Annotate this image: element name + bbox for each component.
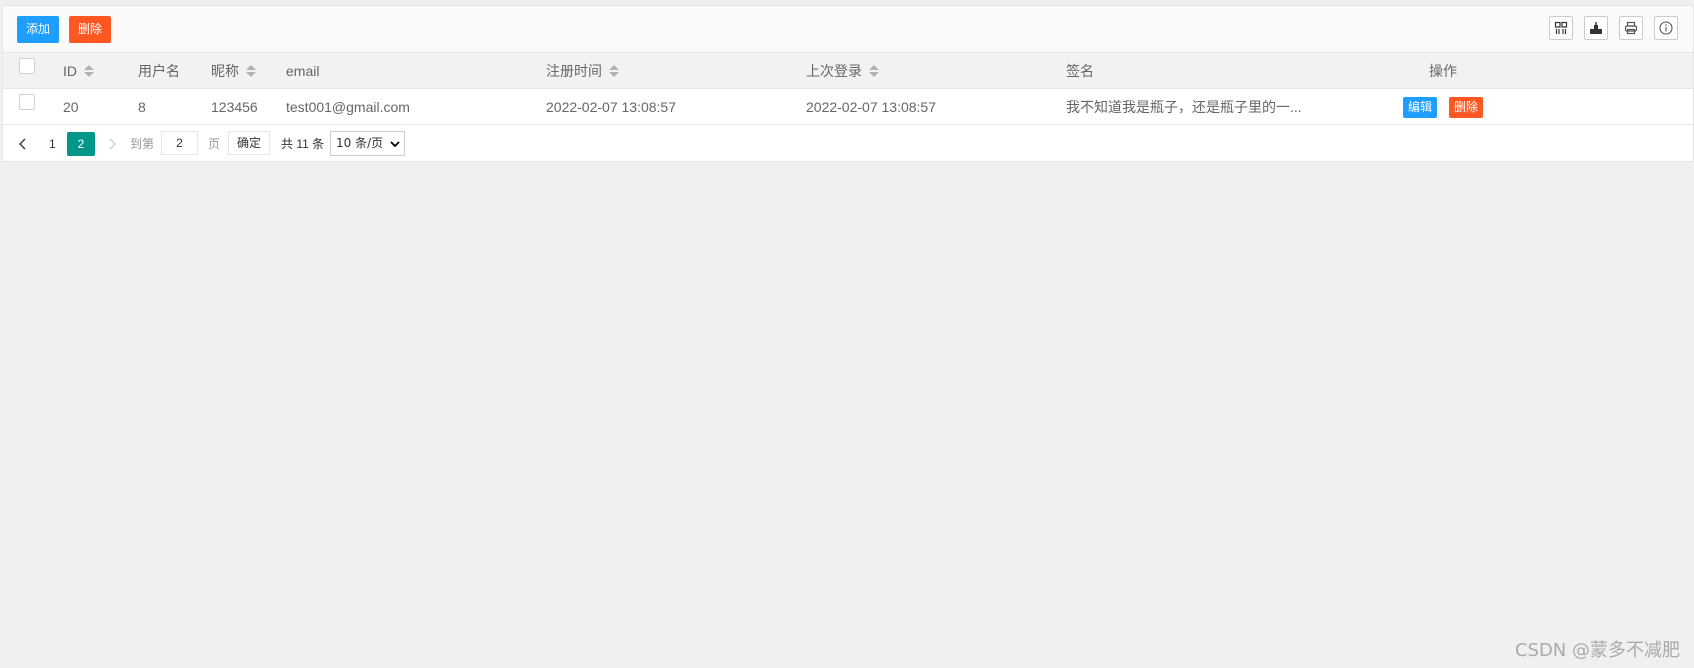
table-panel: 添加 删除 ID 用户名 昵称 email 注册时间 上次登录 签名 操作 20… — [2, 5, 1694, 162]
prev-page-icon[interactable] — [17, 132, 29, 156]
header-actions: 操作 — [1429, 63, 1457, 79]
page-2-current[interactable]: 2 — [67, 132, 95, 156]
header-email: email — [286, 63, 320, 79]
sort-icon[interactable] — [609, 65, 619, 77]
page-1[interactable]: 1 — [49, 132, 56, 156]
goto-suffix: 页 — [208, 137, 221, 151]
columns-icon[interactable] — [1549, 16, 1573, 40]
print-icon[interactable] — [1619, 16, 1643, 40]
header-last-login-label: 上次登录 — [806, 63, 862, 79]
add-button[interactable]: 添加 — [17, 16, 60, 43]
cell-nickname: 123456 — [211, 99, 258, 115]
pagination: 1 2 到第 页 确定 共 11 条 10 条/页 — [3, 125, 1693, 162]
header-register-time-label: 注册时间 — [546, 63, 602, 79]
next-page-icon[interactable] — [106, 132, 118, 156]
sort-icon[interactable] — [84, 65, 94, 77]
chevron-down-icon — [390, 141, 400, 148]
select-all-checkbox[interactable] — [19, 58, 35, 74]
cell-id: 20 — [63, 99, 79, 115]
header-register-time[interactable]: 注册时间 — [546, 53, 619, 89]
header-last-login[interactable]: 上次登录 — [806, 53, 879, 89]
goto-page-input[interactable] — [161, 131, 198, 155]
watermark: CSDN @蒙多不减肥 — [1514, 640, 1680, 661]
header-username: 用户名 — [138, 63, 180, 79]
header-id-label: ID — [63, 63, 77, 79]
cell-last-login: 2022-02-07 13:08:57 — [806, 99, 936, 115]
sort-icon[interactable] — [869, 65, 879, 77]
goto-confirm-button[interactable]: 确定 — [228, 131, 270, 155]
header-signature: 签名 — [1066, 63, 1094, 79]
page-size-select[interactable]: 10 条/页 — [330, 131, 405, 156]
table-header: ID 用户名 昵称 email 注册时间 上次登录 签名 操作 — [3, 53, 1693, 89]
info-icon[interactable] — [1654, 16, 1678, 40]
export-icon[interactable] — [1584, 16, 1608, 40]
cell-register-time: 2022-02-07 13:08:57 — [546, 99, 676, 115]
cell-email: test001@gmail.com — [286, 99, 410, 115]
row-delete-button[interactable]: 删除 — [1449, 97, 1484, 118]
goto-prefix: 到第 — [130, 137, 155, 151]
header-nickname-label: 昵称 — [211, 63, 239, 79]
batch-delete-button[interactable]: 删除 — [69, 16, 112, 43]
edit-button[interactable]: 编辑 — [1403, 97, 1438, 118]
sort-icon[interactable] — [246, 65, 256, 77]
cell-signature: 我不知道我是瓶子，还是瓶子里的一... — [1066, 99, 1302, 115]
table-toolbar: 添加 删除 — [3, 6, 1693, 53]
row-checkbox[interactable] — [19, 94, 35, 110]
header-nickname[interactable]: 昵称 — [211, 53, 256, 89]
page-size-value: 10 条/页 — [336, 136, 384, 150]
header-id[interactable]: ID — [63, 53, 94, 89]
table-row: 20 8 123456 test001@gmail.com 2022-02-07… — [3, 89, 1693, 125]
total-count: 共 11 条 — [281, 137, 325, 151]
cell-username: 8 — [138, 99, 146, 115]
